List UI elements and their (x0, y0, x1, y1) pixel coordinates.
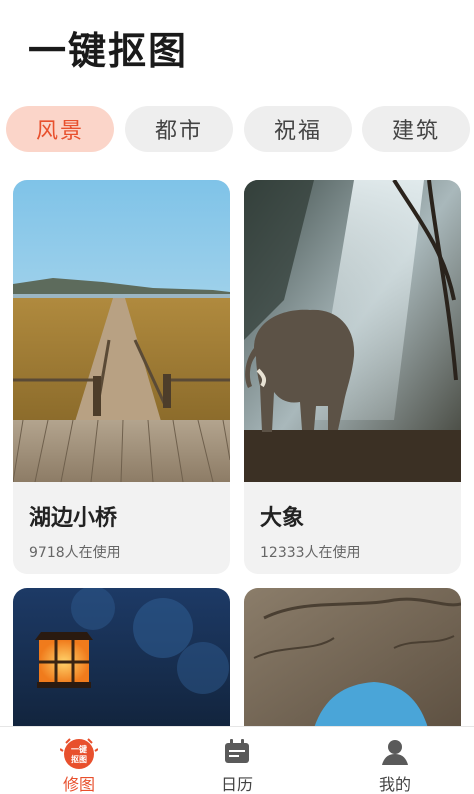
tab-architecture[interactable]: 建筑 (362, 106, 470, 152)
tab-blessing[interactable]: 祝福 (244, 106, 352, 152)
category-tabs: 风景 都市 祝福 建筑 (6, 106, 474, 152)
tab-scenery[interactable]: 风景 (6, 106, 114, 152)
card-title: 大象 (260, 506, 305, 531)
card-title: 湖边小桥 (29, 506, 118, 531)
elephant-image (244, 180, 461, 482)
template-card-lantern[interactable] (13, 588, 230, 728)
tab-city[interactable]: 都市 (125, 106, 233, 152)
card-usage-count: 12333人在使用 (260, 545, 361, 561)
rock-arch-image (244, 588, 461, 728)
nav-retouch[interactable]: 一键 抠图 修图 (34, 735, 124, 794)
bottom-tab-bar: 一键 抠图 修图 日历 我的 (0, 726, 474, 794)
retouch-icon: 一键 抠图 (59, 737, 99, 771)
nav-calendar[interactable]: 日历 (192, 735, 282, 794)
retouch-badge-line1: 一键 (71, 744, 87, 754)
nav-profile[interactable]: 我的 (350, 735, 440, 794)
nav-label: 我的 (378, 775, 411, 794)
lantern-image (13, 588, 230, 728)
user-icon (380, 737, 410, 767)
template-card-rock-arch[interactable] (244, 588, 461, 728)
template-card-lakeside-bridge[interactable]: 湖边小桥 9718人在使用 (13, 180, 230, 574)
card-usage-count: 9718人在使用 (29, 545, 121, 561)
nav-label: 修图 (62, 775, 95, 794)
calendar-icon (222, 737, 252, 767)
template-card-elephant[interactable]: 大象 12333人在使用 (244, 180, 461, 574)
nav-label: 日历 (220, 775, 253, 794)
bridge-image (13, 180, 230, 482)
retouch-badge-line2: 抠图 (71, 754, 87, 764)
page-title: 一键抠图 (28, 29, 189, 73)
